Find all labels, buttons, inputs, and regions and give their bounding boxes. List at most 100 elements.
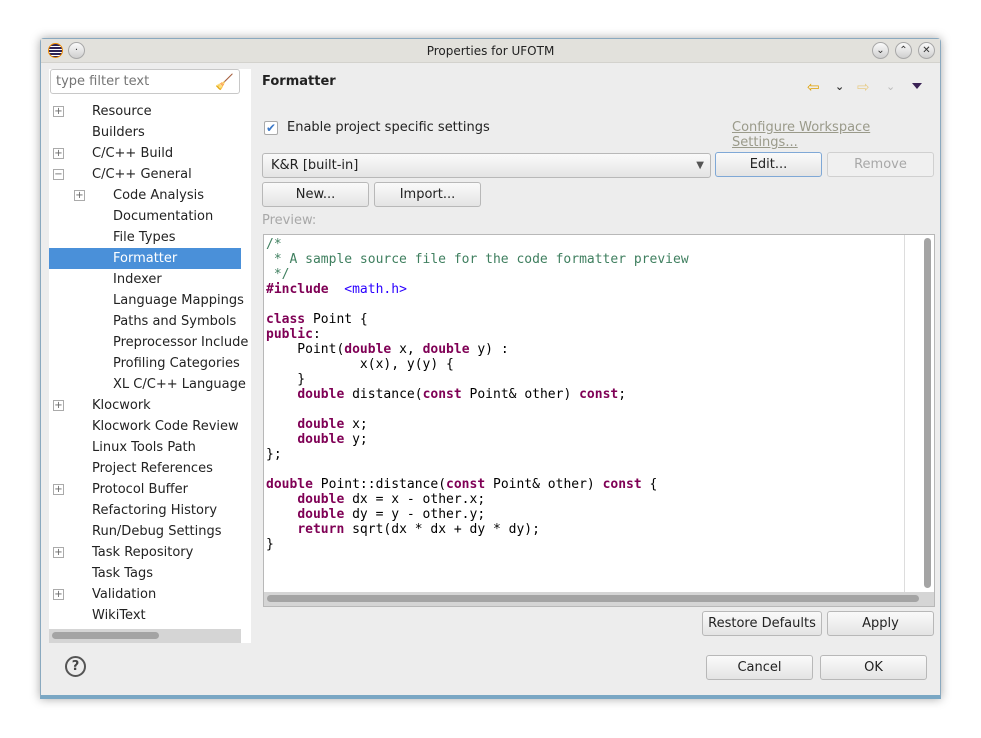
back-arrow-icon[interactable]: ⇦ xyxy=(807,78,820,96)
tree-item[interactable]: Profiling Categories xyxy=(49,353,241,374)
tree-item[interactable]: Project References xyxy=(49,458,241,479)
filter-input[interactable] xyxy=(50,69,240,94)
tree-item-label: Resource xyxy=(92,104,152,119)
tree-item[interactable]: Documentation xyxy=(49,206,241,227)
tree-item[interactable]: Builders xyxy=(49,122,241,143)
tree-item[interactable]: WikiText xyxy=(49,605,241,626)
enable-label[interactable]: Enable project specific settings xyxy=(287,120,490,135)
tree-item[interactable]: + Validation xyxy=(49,584,241,605)
tree-horizontal-scrollbar[interactable] xyxy=(49,629,241,643)
code-token: } xyxy=(266,372,306,387)
expand-icon[interactable]: + xyxy=(53,148,64,159)
code-preview[interactable]: /* * A sample source file for the code f… xyxy=(263,234,935,607)
tree-item[interactable]: Formatter xyxy=(49,248,241,269)
remove-button[interactable]: Remove xyxy=(827,152,934,177)
code-token: { xyxy=(641,477,658,492)
title-bar[interactable]: · Properties for UFOTM ⌄ ⌃ ✕ xyxy=(41,39,940,63)
tree-item[interactable]: Indexer xyxy=(49,269,241,290)
tree-item[interactable]: − C/C++ General xyxy=(49,164,241,185)
tree-item-label: Klocwork xyxy=(92,398,151,413)
tree-item-label: XL C/C++ Language xyxy=(113,377,246,392)
tree-item[interactable]: File Types xyxy=(49,227,241,248)
tree-item[interactable]: Refactoring History xyxy=(49,500,241,521)
tree-item-label: Klocwork Code Review xyxy=(92,419,239,434)
configure-workspace-link[interactable]: Configure Workspace Settings... xyxy=(732,120,940,150)
forward-menu-chevron-icon[interactable]: ⌄ xyxy=(886,80,895,93)
tree-item-label: Linux Tools Path xyxy=(92,440,196,455)
code-token: Point::distance( xyxy=(312,477,447,492)
cancel-button[interactable]: Cancel xyxy=(706,655,813,680)
code-token: * A sample source file for the code form… xyxy=(266,252,689,267)
apply-button[interactable]: Apply xyxy=(827,611,934,636)
import-button[interactable]: Import... xyxy=(374,182,481,207)
tree-item[interactable]: Run/Debug Settings xyxy=(49,521,241,542)
code-line: #include <math.h> xyxy=(266,282,689,297)
tree-item-label: Project References xyxy=(92,461,213,476)
code-token: <math.h> xyxy=(344,282,407,297)
tree-item[interactable]: Linux Tools Path xyxy=(49,437,241,458)
help-icon[interactable]: ? xyxy=(65,656,86,677)
tree-item[interactable]: Language Mappings xyxy=(49,290,244,311)
code-line: Point(double x, double y) : xyxy=(266,342,689,357)
tree-item[interactable]: + Klocwork xyxy=(49,395,241,416)
preview-horizontal-scrollbar[interactable] xyxy=(264,592,934,606)
expand-icon[interactable]: + xyxy=(53,484,64,495)
code-token: #include xyxy=(266,282,329,297)
tree-item-label: Protocol Buffer xyxy=(92,482,188,497)
new-button[interactable]: New... xyxy=(262,182,369,207)
edit-button[interactable]: Edit... xyxy=(715,152,822,177)
tree-item-label: Refactoring History xyxy=(92,503,218,518)
code-line: } xyxy=(266,537,689,552)
maximize-button[interactable]: ⌃ xyxy=(895,42,912,59)
broom-icon[interactable]: 🧹 xyxy=(215,73,234,91)
code-token: x(x), y(y) { xyxy=(266,357,454,372)
code-line: }; xyxy=(266,447,689,462)
tree-item[interactable]: + C/C++ Build xyxy=(49,143,241,164)
tree-item[interactable]: + Task Repository xyxy=(49,542,241,563)
back-menu-chevron-icon[interactable]: ⌄ xyxy=(835,80,844,93)
expand-icon[interactable]: + xyxy=(74,190,85,201)
code-token: x; xyxy=(344,417,368,432)
collapse-icon[interactable]: − xyxy=(53,169,64,180)
code-line: x(x), y(y) { xyxy=(266,357,689,372)
tree-item-label: Run/Debug Settings xyxy=(92,524,222,539)
page-title: Formatter xyxy=(262,74,336,89)
code-token: double xyxy=(297,387,345,402)
code-line: public: xyxy=(266,327,689,342)
code-token: Point& other) xyxy=(485,477,603,492)
view-menu-icon[interactable] xyxy=(912,83,922,89)
tree-item-label: Task Repository xyxy=(92,545,194,560)
restore-defaults-button[interactable]: Restore Defaults xyxy=(702,611,822,636)
code-line: return sqrt(dx * dx + dy * dy); xyxy=(266,522,689,537)
tree-item[interactable]: XL C/C++ Language xyxy=(49,374,246,395)
tree-item-label: Preprocessor Include xyxy=(113,335,249,350)
forward-arrow-icon[interactable]: ⇨ xyxy=(857,78,870,96)
close-button[interactable]: ✕ xyxy=(918,42,935,59)
code-line: } xyxy=(266,372,689,387)
profile-select[interactable]: K&R [built-in] ▼ xyxy=(262,153,711,178)
expand-icon[interactable]: + xyxy=(53,106,64,117)
tree-item[interactable]: Task Tags xyxy=(49,563,241,584)
code-token: double xyxy=(344,342,392,357)
tree-item[interactable]: + Protocol Buffer xyxy=(49,479,241,500)
expand-icon[interactable]: + xyxy=(53,589,64,600)
tree-item-label: Formatter xyxy=(113,251,178,266)
minimize-button[interactable]: ⌄ xyxy=(872,42,889,59)
tree-item[interactable]: + Code Analysis xyxy=(49,185,241,206)
ok-button[interactable]: OK xyxy=(820,655,927,680)
tree-item[interactable]: + Resource xyxy=(49,101,241,122)
tree-item[interactable]: Klocwork Code Review xyxy=(49,416,241,437)
enable-checkbox[interactable]: ✔ xyxy=(264,121,278,135)
code-token: return xyxy=(297,522,345,537)
code-token: const xyxy=(422,387,462,402)
tree-item[interactable]: Preprocessor Include xyxy=(49,332,248,353)
expand-icon[interactable]: + xyxy=(53,400,64,411)
expand-icon[interactable]: + xyxy=(53,547,64,558)
preview-vertical-scrollbar[interactable] xyxy=(904,235,934,592)
code-token: double xyxy=(297,492,345,507)
tree-item[interactable]: Paths and Symbols xyxy=(49,311,241,332)
